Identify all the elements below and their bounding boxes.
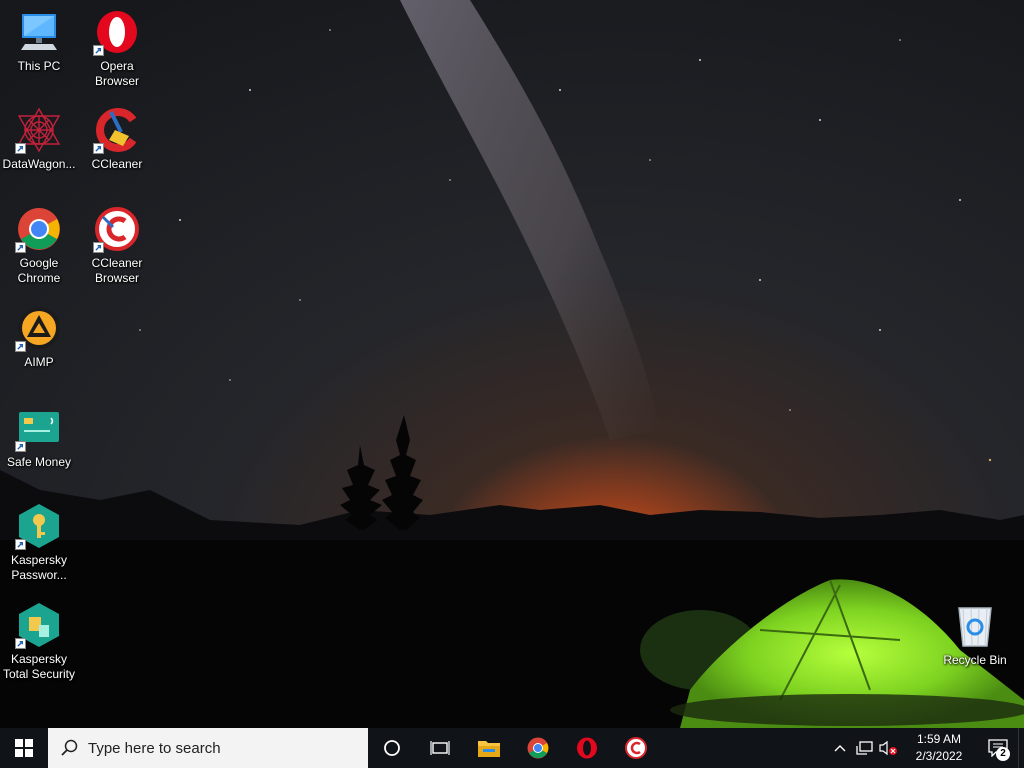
- desktop-icon-safe-money[interactable]: Safe Money: [0, 404, 78, 470]
- clock-date: 2/3/2022: [915, 749, 963, 763]
- desktop-icon-label: CCleaner: [91, 157, 143, 171]
- taskbar-ccleaner-browser[interactable]: [611, 728, 660, 768]
- system-tray: 1:59 AM 2/3/2022 2: [828, 728, 1024, 768]
- ccleaner-icon: [93, 106, 141, 154]
- desktop-icon-label: Google Chrome: [17, 256, 61, 285]
- taskbar: Type here to search 1:59 AM 2/3/2022 2: [0, 728, 1024, 768]
- desktop-icon-this-pc[interactable]: This PC: [0, 8, 78, 74]
- shortcut-arrow-icon: [93, 242, 104, 253]
- task-view-icon: [430, 741, 450, 755]
- recycle-bin-icon: [951, 602, 999, 650]
- desktop-icon-kaspersky-password[interactable]: Kaspersky Passwor...: [0, 502, 78, 583]
- shortcut-arrow-icon: [93, 45, 104, 56]
- kaspersky-total-security-icon: [15, 601, 63, 649]
- shortcut-arrow-icon: [15, 341, 26, 352]
- shortcut-arrow-icon: [15, 441, 26, 452]
- desktop-icon-aimp[interactable]: AIMP: [0, 304, 78, 370]
- action-center-button[interactable]: 2: [978, 728, 1018, 768]
- taskbar-chrome[interactable]: [513, 728, 562, 768]
- opera-icon: [576, 737, 597, 759]
- kaspersky-password-icon: [15, 502, 63, 550]
- shortcut-arrow-icon: [15, 143, 26, 154]
- shortcut-arrow-icon: [15, 242, 26, 253]
- taskbar-search-box[interactable]: Type here to search: [48, 728, 368, 768]
- desktop-icon-kaspersky-total-security[interactable]: Kaspersky Total Security: [0, 601, 78, 682]
- shortcut-arrow-icon: [15, 638, 26, 649]
- chevron-up-icon: [834, 745, 846, 752]
- desktop-icon-recycle-bin[interactable]: Recycle Bin: [936, 602, 1014, 668]
- taskbar-clock[interactable]: 1:59 AM 2/3/2022: [904, 731, 974, 765]
- volume-muted-icon: [879, 740, 897, 756]
- desktop-icon-label: Kaspersky Passwor...: [10, 553, 68, 582]
- taskbar-opera[interactable]: [562, 728, 611, 768]
- desktop-icon-label: Safe Money: [6, 455, 72, 469]
- desktop-icon-ccleaner[interactable]: CCleaner: [78, 106, 156, 172]
- task-view-button[interactable]: [416, 728, 464, 768]
- cortana-circle-icon: [384, 740, 400, 756]
- shortcut-arrow-icon: [93, 143, 104, 154]
- network-button[interactable]: [852, 728, 876, 768]
- aimp-icon: [15, 304, 63, 352]
- desktop-icon-label: Opera Browser: [94, 59, 139, 88]
- desktop-icon-opera-browser[interactable]: Opera Browser: [78, 8, 156, 89]
- computer-icon: [15, 8, 63, 56]
- chrome-icon: [15, 205, 63, 253]
- volume-button[interactable]: [876, 728, 900, 768]
- desktop-icon-datawagon[interactable]: DataWagon...: [0, 106, 78, 172]
- desktop-icon-label: CCleaner Browser: [91, 256, 143, 285]
- file-explorer-icon: [477, 741, 500, 757]
- network-icon: [856, 741, 873, 755]
- safe-money-icon: [15, 404, 63, 452]
- windows-logo-icon: [15, 739, 33, 757]
- shortcut-arrow-icon: [15, 539, 26, 550]
- desktop-icon-label: This PC: [17, 59, 61, 73]
- datawagon-icon: [15, 106, 63, 154]
- taskbar-file-explorer[interactable]: [464, 728, 513, 768]
- show-desktop-button[interactable]: [1018, 728, 1024, 768]
- desktop-icon-label: Recycle Bin: [943, 653, 1007, 667]
- ccleaner-browser-icon: [93, 205, 141, 253]
- desktop-icon-label: Kaspersky Total Security: [2, 652, 76, 681]
- notification-count-badge: 2: [996, 747, 1010, 761]
- opera-icon: [93, 8, 141, 56]
- search-placeholder: Type here to search: [88, 739, 221, 757]
- desktop-icon-ccleaner-browser[interactable]: CCleaner Browser: [78, 205, 156, 286]
- clock-time: 1:59 AM: [916, 732, 962, 746]
- desktop-icon-label: AIMP: [24, 355, 54, 369]
- ccleaner-browser-icon: [624, 737, 647, 759]
- desktop-icon-google-chrome[interactable]: Google Chrome: [0, 205, 78, 286]
- chrome-icon: [527, 737, 548, 759]
- search-icon: [60, 739, 78, 757]
- cortana-button[interactable]: [368, 728, 416, 768]
- start-button[interactable]: [0, 728, 48, 768]
- show-hidden-icons-button[interactable]: [828, 728, 852, 768]
- desktop-icon-label: DataWagon...: [2, 157, 76, 171]
